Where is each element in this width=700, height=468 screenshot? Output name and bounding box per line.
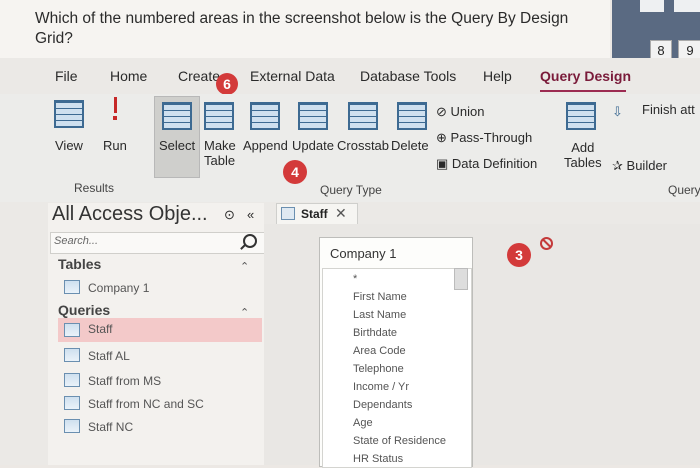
field-item[interactable]: HR Status xyxy=(353,453,403,465)
query-icon xyxy=(281,207,295,220)
data-definition-icon: ▣ xyxy=(436,156,449,171)
nav-item-label: Company 1 xyxy=(88,281,150,295)
nav-item-label: Staff xyxy=(88,322,113,336)
update-button[interactable]: Update xyxy=(292,138,334,153)
builder-label: Builder xyxy=(626,158,667,173)
not-allowed-cursor-icon xyxy=(540,237,553,250)
wand-icon: ✰ xyxy=(612,158,623,173)
active-tab-underline xyxy=(540,90,626,92)
field-item[interactable]: State of Residence xyxy=(353,435,446,447)
finish-button[interactable]: Finish att xyxy=(642,102,695,117)
question-text: Which of the numbered areas in the scree… xyxy=(35,10,569,47)
nav-item-staff-al[interactable]: Staff AL xyxy=(64,348,130,363)
queries-section-header[interactable]: Queries xyxy=(58,302,110,318)
nav-item-staff-nc[interactable]: Staff NC xyxy=(64,419,133,434)
union-label: Union xyxy=(450,104,485,119)
tab-external-data[interactable]: External Data xyxy=(250,68,335,84)
update-icon xyxy=(298,102,328,130)
results-group-label: Results xyxy=(74,181,115,195)
field-list-scrollbar[interactable] xyxy=(454,268,468,290)
field-item[interactable]: Income / Yr xyxy=(353,381,409,393)
search-placeholder: Search... xyxy=(54,235,99,247)
append-button[interactable]: Append xyxy=(243,138,288,153)
table-title-bar[interactable]: Company 1 xyxy=(320,238,472,268)
select-icon xyxy=(162,102,192,130)
view-icon xyxy=(54,100,84,128)
document-tab-label: Staff xyxy=(301,207,328,221)
query-icon xyxy=(64,373,80,387)
tab-database-tools[interactable]: Database Tools xyxy=(360,68,456,84)
nav-options-icon[interactable]: ⊙ xyxy=(224,207,235,223)
collapse-tables-icon[interactable]: ⌃ xyxy=(240,260,249,273)
globe-icon: ⊕ xyxy=(436,130,447,145)
add-tables-icon xyxy=(566,102,596,130)
table-field-list-company-1[interactable]: Company 1 * First Name Last Name Birthda… xyxy=(319,237,473,468)
badge-3: 3 xyxy=(507,243,531,267)
tables-section-header[interactable]: Tables xyxy=(58,256,101,272)
field-item[interactable]: Dependants xyxy=(353,399,412,411)
nav-item-staff-selected[interactable]: Staff xyxy=(58,318,262,342)
delete-icon xyxy=(397,102,427,130)
query-icon xyxy=(64,323,80,337)
corner-tab-1 xyxy=(640,0,664,12)
nav-pane-title[interactable]: All Access Obje... xyxy=(52,203,208,226)
nav-item-label: Staff AL xyxy=(88,349,130,363)
finish-icon: ⇩ xyxy=(612,104,623,119)
make-table-icon xyxy=(204,102,234,130)
question-banner: Which of the numbered areas in the scree… xyxy=(0,0,610,58)
query-group-label: Query xyxy=(668,183,700,197)
pass-through-button[interactable]: ⊕ Pass-Through xyxy=(436,130,532,146)
field-all-star[interactable]: * xyxy=(353,273,357,285)
collapse-pane-icon[interactable]: « xyxy=(247,207,254,222)
close-tab-icon[interactable]: ✕ xyxy=(335,205,347,222)
field-item[interactable]: Telephone xyxy=(353,363,404,375)
nav-search-input[interactable]: Search... xyxy=(50,232,266,254)
delete-button[interactable]: Delete xyxy=(391,138,429,153)
crosstab-button[interactable]: Crosstab xyxy=(337,138,389,153)
data-definition-button[interactable]: ▣ Data Definition xyxy=(436,156,537,172)
nav-item-label: Staff NC xyxy=(88,420,134,434)
badge-6: 6 xyxy=(216,73,238,95)
window-corner: 8 9 xyxy=(612,0,700,62)
run-button[interactable]: Run xyxy=(103,138,127,153)
query-icon xyxy=(64,396,80,410)
tab-home[interactable]: Home xyxy=(110,68,147,84)
table-icon xyxy=(64,280,80,294)
field-item[interactable]: Last Name xyxy=(353,309,406,321)
nav-item-company-1[interactable]: Company 1 xyxy=(64,280,149,295)
append-icon xyxy=(250,102,280,130)
select-button[interactable]: Select xyxy=(159,138,195,153)
query-icon xyxy=(64,419,80,433)
table-title: Company 1 xyxy=(330,246,397,261)
tab-create[interactable]: Create xyxy=(178,68,220,84)
view-button[interactable]: View xyxy=(55,138,83,153)
nav-item-label: Staff from MS xyxy=(88,374,162,388)
run-icon xyxy=(112,97,118,121)
nav-item-label: Staff from NC and SC xyxy=(88,397,204,411)
data-definition-label: Data Definition xyxy=(451,156,538,171)
badge-4: 4 xyxy=(283,160,307,184)
field-item[interactable]: Age xyxy=(353,417,373,429)
builder-button[interactable]: ✰ Builder xyxy=(612,158,667,174)
tab-query-design[interactable]: Query Design xyxy=(540,68,631,84)
field-item[interactable]: First Name xyxy=(353,291,407,303)
field-item[interactable]: Area Code xyxy=(353,345,406,357)
query-type-group-label: Query Type xyxy=(320,183,382,197)
nav-item-staff-from-ms[interactable]: Staff from MS xyxy=(64,373,161,388)
corner-tab-2 xyxy=(674,0,700,12)
add-tables-button[interactable]: Add Tables xyxy=(564,140,602,170)
query-icon xyxy=(64,348,80,362)
union-button[interactable]: ⊘ Union xyxy=(436,104,485,120)
tab-help[interactable]: Help xyxy=(483,68,512,84)
tab-file[interactable]: File xyxy=(55,68,78,84)
nav-item-staff-from-nc-and-sc[interactable]: Staff from NC and SC xyxy=(64,396,204,411)
union-icon: ⊘ xyxy=(436,104,447,119)
crosstab-icon xyxy=(348,102,378,130)
make-table-button[interactable]: Make Table xyxy=(204,138,236,168)
document-tab-staff[interactable]: Staff ✕ xyxy=(276,203,358,224)
search-icon[interactable] xyxy=(243,234,257,248)
field-list[interactable]: * First Name Last Name Birthdate Area Co… xyxy=(322,268,472,468)
field-item[interactable]: Birthdate xyxy=(353,327,397,339)
pass-through-label: Pass-Through xyxy=(450,130,533,145)
